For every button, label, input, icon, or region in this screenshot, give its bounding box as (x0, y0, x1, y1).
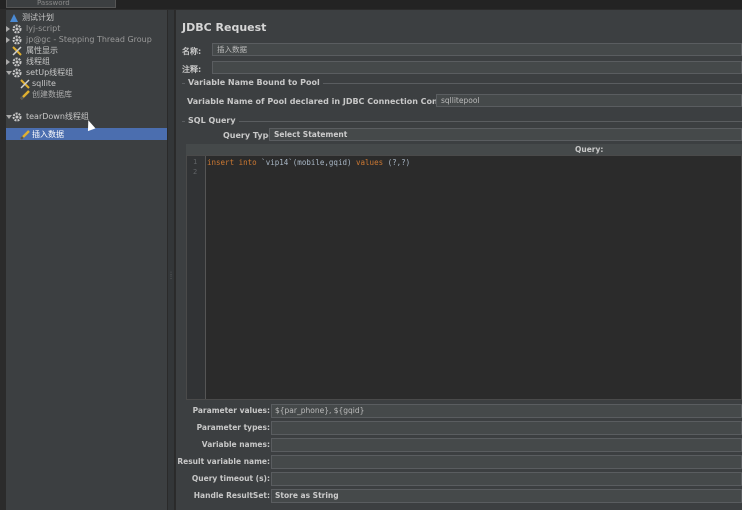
line-number: 1 (193, 158, 198, 166)
comment-field[interactable] (212, 61, 742, 74)
pencil-icon (20, 130, 30, 140)
name-label: 名称: (182, 47, 202, 56)
result-variable-name-row: Result variable name: (177, 453, 742, 470)
gear-icon (12, 57, 22, 67)
variable-names-label: Variable names: (201, 440, 270, 449)
expand-icon[interactable] (6, 37, 10, 43)
tree-item-label: lyj-script (26, 24, 61, 33)
tree-item-label: jp@gc - Stepping Thread Group (26, 35, 152, 44)
top-strip: Password (0, 0, 742, 9)
line-number: 2 (193, 168, 198, 176)
split-pane-divider[interactable]: :: (167, 10, 175, 510)
tree-item-label: setUp线程组 (26, 68, 74, 77)
gear-icon (12, 35, 22, 45)
sql-table-name: `vip14` (256, 158, 293, 167)
parameter-types-row: Parameter types: (186, 419, 742, 436)
gear-icon (12, 112, 22, 122)
grip-icon: :: (170, 270, 173, 281)
jdbc-config-icon (20, 79, 30, 89)
sql-query-editor[interactable]: 1 2 insert into `vip14`(mobile,gqid) val… (186, 155, 742, 400)
gear-icon (12, 24, 22, 34)
tree-item-label: 属性显示 (26, 46, 58, 55)
parameter-values-field[interactable]: ${par_phone}, ${gqid} (271, 404, 742, 418)
tree-item-label: 创建数据库 (32, 90, 72, 99)
parameter-types-field[interactable] (271, 421, 742, 435)
sql-section-border (182, 121, 742, 122)
parameter-values-row: Parameter values: ${par_phone}, ${gqid} (186, 402, 742, 419)
sql-keyword: insert into (207, 158, 257, 167)
test-plan-icon (10, 14, 18, 22)
pencil-icon (20, 90, 30, 100)
query-type-select[interactable]: Select Statement (269, 128, 742, 141)
query-header-label: Query: (575, 145, 604, 154)
query-timeout-field[interactable] (271, 472, 742, 486)
result-variable-name-field[interactable] (271, 455, 742, 469)
handle-resultset-select[interactable]: Store as String (271, 489, 742, 503)
handle-resultset-label: Handle ResultSet: (193, 491, 270, 500)
query-timeout-row: Query timeout (s): (186, 470, 742, 487)
pool-name-field[interactable]: sqllitepool (436, 94, 742, 107)
expand-icon[interactable] (6, 26, 10, 32)
tools-icon (12, 46, 22, 56)
sql-code-line: insert into `vip14`(mobile,gqid) values … (207, 158, 410, 167)
sql-columns: (mobile,gqid) (292, 158, 352, 167)
sql-values: (?,?) (383, 158, 411, 167)
name-field[interactable]: 插入数据 (212, 43, 742, 56)
tree-item-label: 插入数据 (30, 129, 66, 140)
tree-item-label: sqllite (32, 79, 56, 88)
sql-section-title: SQL Query (185, 116, 239, 125)
query-timeout-label: Query timeout (s): (191, 474, 270, 483)
jdbc-request-panel: JDBC Request 名称: 插入数据 注释: Variable Name … (176, 10, 742, 510)
tree-item-label: tearDown线程组 (26, 112, 89, 121)
gear-icon (12, 68, 22, 78)
tab-password[interactable]: Password (6, 0, 116, 8)
variable-names-row: Variable names: (186, 436, 742, 453)
parameter-values-label: Parameter values: (192, 406, 270, 415)
parameters-section: Parameter values: ${par_phone}, ${gqid} … (177, 400, 742, 510)
parameter-types-label: Parameter types: (196, 423, 270, 432)
handle-resultset-row: Handle ResultSet: Store as String (186, 487, 742, 504)
tree-item-label: 线程组 (26, 57, 50, 66)
page-title: JDBC Request (182, 21, 267, 34)
test-plan-tree: 测试计划 lyj-script jp@gc - Stepping Thread … (6, 10, 167, 510)
pool-section-title: Variable Name Bound to Pool (185, 78, 323, 87)
expand-icon[interactable] (6, 59, 10, 65)
sql-keyword: values (351, 158, 384, 167)
comment-label: 注释: (182, 65, 202, 74)
tree-item-label: 测试计划 (22, 13, 54, 22)
result-variable-name-label: Result variable name: (177, 457, 270, 466)
line-number-gutter: 1 2 (187, 156, 206, 399)
variable-names-field[interactable] (271, 438, 742, 452)
